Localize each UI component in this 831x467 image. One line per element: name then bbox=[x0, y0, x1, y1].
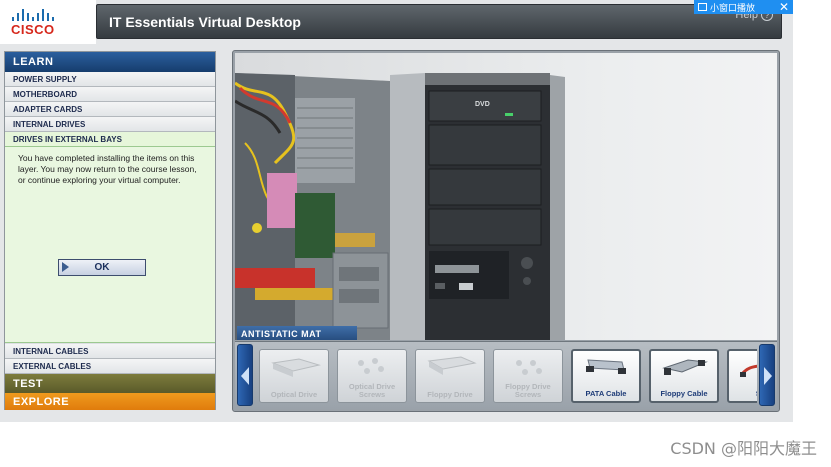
component-optical-drive-screws[interactable]: Optical Drive Screws bbox=[337, 349, 407, 403]
main-view: DVD ANTISTATIC MAT Optical Drive Optical… bbox=[232, 50, 780, 412]
component-label: Floppy Drive bbox=[427, 390, 473, 399]
cisco-logo: CISCO bbox=[0, 0, 96, 44]
cisco-logo-text: CISCO bbox=[11, 22, 55, 37]
menu-item-adapter-cards[interactable]: ADAPTER CARDS bbox=[5, 102, 215, 117]
dvd-label: DVD bbox=[475, 101, 490, 108]
component-label: Floppy Drive Screws bbox=[505, 382, 551, 399]
floppy-cable-icon bbox=[662, 359, 708, 375]
component-label: Optical Drive Screws bbox=[348, 382, 396, 399]
pata-cable-icon bbox=[586, 359, 626, 374]
component-label: PATA Cable bbox=[585, 389, 627, 398]
app-title: IT Essentials Virtual Desktop bbox=[109, 14, 301, 30]
computer-case-illustration: DVD bbox=[235, 73, 565, 340]
learn-header[interactable]: LEARN bbox=[5, 52, 215, 72]
screws-icon bbox=[516, 360, 542, 375]
menu-item-motherboard[interactable]: MOTHERBOARD bbox=[5, 87, 215, 102]
component-pata-cable[interactable]: PATA Cable bbox=[571, 349, 641, 403]
bottom-menu: INTERNAL CABLES EXTERNAL CABLES bbox=[5, 344, 215, 374]
close-icon[interactable]: ✕ bbox=[779, 1, 789, 13]
component-label: S C bbox=[729, 390, 757, 398]
component-optical-drive[interactable]: Optical Drive bbox=[259, 349, 329, 403]
popup-label: 小窗口播放 bbox=[710, 2, 756, 13]
component-list: Optical Drive Optical Drive Screws Flopp… bbox=[259, 349, 757, 405]
test-header[interactable]: TEST bbox=[5, 374, 215, 393]
antistatic-mat-label: ANTISTATIC MAT bbox=[237, 326, 357, 340]
component-label: Optical Drive bbox=[270, 390, 318, 399]
explore-header[interactable]: EXPLORE bbox=[5, 393, 215, 410]
component-sata-cable[interactable]: S C bbox=[727, 349, 757, 403]
menu-item-drives-in-external-bays[interactable]: DRIVES IN EXTERNAL BAYS bbox=[5, 132, 215, 147]
completion-message: You have completed installing the items … bbox=[18, 153, 197, 185]
screws-icon bbox=[358, 358, 384, 374]
component-floppy-drive[interactable]: Floppy Drive bbox=[415, 349, 485, 403]
menu-item-external-cables[interactable]: EXTERNAL CABLES bbox=[5, 359, 215, 374]
component-floppy-drive-screws[interactable]: Floppy Drive Screws bbox=[493, 349, 563, 403]
popup-play-tab[interactable]: 小窗口播放 ✕ bbox=[694, 0, 793, 14]
menu-item-internal-cables[interactable]: INTERNAL CABLES bbox=[5, 344, 215, 359]
scroll-left-arrow[interactable] bbox=[237, 344, 253, 406]
watermark: CSDN @阳阳大魔王 bbox=[670, 439, 817, 458]
virtual-desktop-window: CISCO IT Essentials Virtual Desktop Help… bbox=[0, 0, 793, 422]
component-label: Floppy Cable bbox=[660, 389, 708, 398]
left-panel: LEARN POWER SUPPLY MOTHERBOARD ADAPTER C… bbox=[4, 51, 216, 410]
title-bar: IT Essentials Virtual Desktop Help ? bbox=[96, 4, 782, 39]
computer-case-scene[interactable]: DVD ANTISTATIC MAT bbox=[235, 53, 777, 340]
menu-item-power-supply[interactable]: POWER SUPPLY bbox=[5, 72, 215, 87]
ok-button[interactable]: OK bbox=[58, 259, 146, 276]
window-icon bbox=[698, 3, 707, 11]
completion-message-panel: You have completed installing the items … bbox=[5, 147, 215, 343]
sata-cable-icon bbox=[740, 364, 757, 377]
optical-drive-icon bbox=[271, 358, 321, 377]
menu-item-internal-drives[interactable]: INTERNAL DRIVES bbox=[5, 117, 215, 132]
cisco-logo-bars bbox=[12, 9, 54, 21]
component-tray: Optical Drive Optical Drive Screws Flopp… bbox=[235, 341, 777, 409]
floppy-drive-icon bbox=[427, 356, 477, 375]
scroll-right-arrow[interactable] bbox=[759, 344, 775, 406]
component-floppy-cable[interactable]: Floppy Cable bbox=[649, 349, 719, 403]
